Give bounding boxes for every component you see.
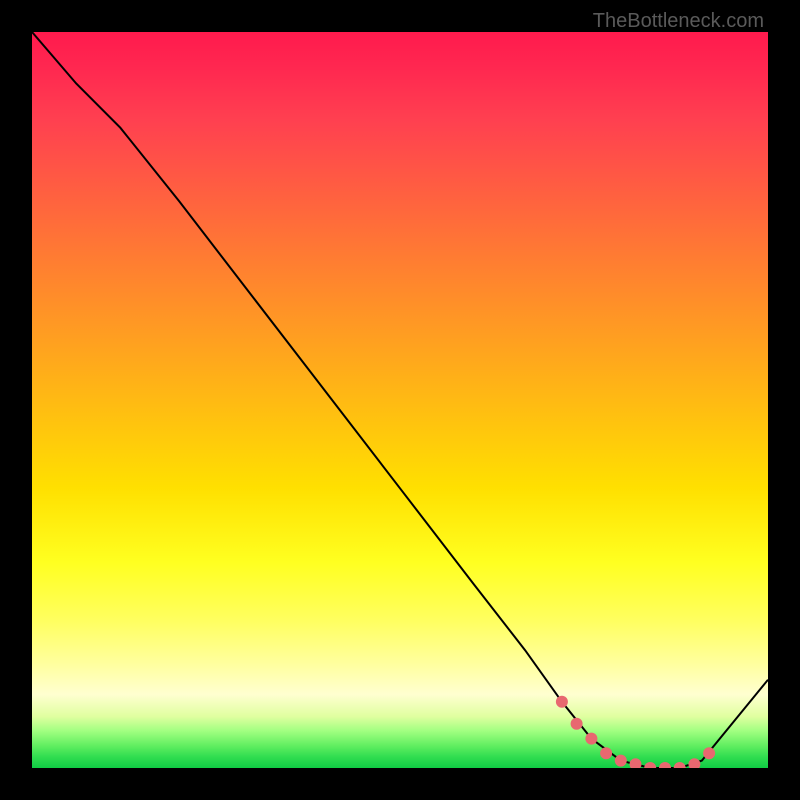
data-marker <box>585 733 597 745</box>
data-marker <box>630 758 642 768</box>
data-marker <box>615 755 627 767</box>
data-marker <box>600 747 612 759</box>
data-marker <box>644 762 656 768</box>
data-marker <box>556 696 568 708</box>
data-marker <box>571 718 583 730</box>
data-marker <box>688 758 700 768</box>
data-marker <box>659 762 671 768</box>
watermark-text: TheBottleneck.com <box>593 10 764 33</box>
chart-curve-svg <box>32 32 768 768</box>
curve-line <box>32 32 768 768</box>
data-marker <box>703 747 715 759</box>
data-markers <box>556 696 715 768</box>
data-marker <box>674 762 686 768</box>
